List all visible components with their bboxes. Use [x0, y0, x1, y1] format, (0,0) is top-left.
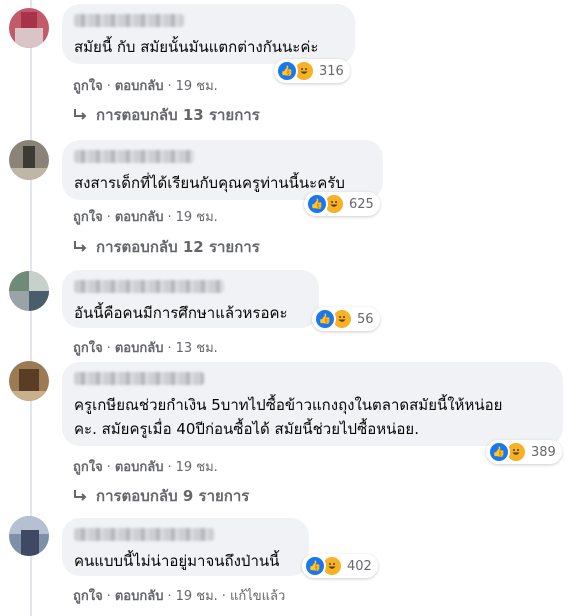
comment-text: คนแบบนี้ไม่น่าอยู่มาจนถึงป่านนี้	[74, 552, 280, 570]
author-name-blurred[interactable]	[74, 150, 194, 163]
avatar[interactable]	[9, 271, 49, 311]
reply-arrow-icon	[74, 241, 87, 252]
comment-text: ครูเกษียณช่วยกำเงิน 5บาทไปซื้อข้าวแกงถุง…	[74, 393, 551, 441]
like-reaction-icon: 👍	[304, 555, 326, 577]
comment-text: สมัยนี้ กับ สมัยนั้นมันแตกต่างกันนะค่ะ	[74, 38, 319, 56]
reply-arrow-icon	[74, 109, 87, 120]
avatar[interactable]	[9, 8, 49, 48]
like-reaction-icon: 👍	[488, 441, 510, 463]
comment-text-line: ครูเกษียณช่วยกำเงิน 5บาทไปซื้อข้าวแกงถุง…	[74, 396, 503, 414]
comment-time[interactable]: 19 ชม.	[176, 79, 218, 94]
reactions-summary[interactable]: 👍 625	[304, 192, 380, 216]
like-reaction-icon: 👍	[306, 193, 328, 215]
replies-count-label: การตอบกลับ 9 รายการ	[96, 487, 250, 505]
comment-actions: ถูกใจ · ตอบกลับ · 19 ชม.	[73, 460, 218, 475]
like-button[interactable]: ถูกใจ	[73, 210, 103, 225]
author-name-blurred[interactable]	[74, 14, 184, 27]
reactions-summary[interactable]: 👍 316	[274, 59, 350, 83]
comment-time[interactable]: 13 ชม.	[176, 341, 218, 356]
comment-actions: ถูกใจ · ตอบกลับ · 19 ชม.	[73, 210, 218, 225]
replies-count-label: การตอบกลับ 12 รายการ	[96, 238, 260, 256]
reply-button[interactable]: ตอบกลับ	[115, 79, 164, 94]
like-button[interactable]: ถูกใจ	[73, 460, 103, 475]
comment-text: อันนี้คือคนมีการศึกษาแล้วหรอคะ	[74, 304, 288, 322]
reaction-count: 389	[531, 444, 556, 460]
avatar[interactable]	[9, 361, 49, 401]
reaction-count: 625	[349, 196, 374, 212]
like-reaction-icon: 👍	[276, 60, 298, 82]
like-button[interactable]: ถูกใจ	[73, 341, 103, 356]
reply-button[interactable]: ตอบกลับ	[115, 460, 164, 475]
author-name-blurred[interactable]	[74, 372, 204, 385]
reaction-count: 402	[347, 558, 372, 574]
comment-actions: ถูกใจ · ตอบกลับ · 19 ชม.	[73, 79, 218, 94]
replies-count-label: การตอบกลับ 13 รายการ	[96, 106, 260, 124]
comment-time[interactable]: 19 ชม.	[176, 589, 218, 604]
reactions-summary[interactable]: 👍 402	[302, 554, 378, 578]
comment-actions: ถูกใจ · ตอบกลับ · 13 ชม.	[73, 341, 218, 356]
comment-time[interactable]: 19 ชม.	[176, 210, 218, 225]
avatar[interactable]	[9, 516, 49, 556]
comment-text-line: คะ. สมัยครูเมื่อ 40ปีก่อนซื้อได้ สมัยนี้…	[74, 420, 419, 438]
like-reaction-icon: 👍	[314, 308, 336, 330]
reply-button[interactable]: ตอบกลับ	[115, 210, 164, 225]
view-replies-link[interactable]: การตอบกลับ 12 รายการ	[72, 235, 260, 259]
reply-arrow-icon	[74, 490, 87, 501]
comment-bubble: สมัยนี้ กับ สมัยนั้นมันแตกต่างกันนะค่ะ	[62, 4, 355, 64]
comment-bubble: คนแบบนี้ไม่น่าอยู่มาจนถึงป่านนี้	[62, 518, 309, 576]
view-replies-link[interactable]: การตอบกลับ 9 รายการ	[72, 484, 249, 508]
comment-time[interactable]: 19 ชม.	[176, 460, 218, 475]
view-replies-link[interactable]: การตอบกลับ 13 รายการ	[72, 103, 260, 127]
reaction-count: 56	[357, 311, 374, 327]
comment-bubble: สงสารเด็กที่ได้เรียนกับคุณครูท่านนี้นะคร…	[62, 140, 383, 200]
like-button[interactable]: ถูกใจ	[73, 79, 103, 94]
reply-button[interactable]: ตอบกลับ	[115, 589, 164, 604]
comment-bubble: อันนี้คือคนมีการศึกษาแล้วหรอคะ	[62, 270, 319, 328]
comment-bubble: ครูเกษียณช่วยกำเงิน 5บาทไปซื้อข้าวแกงถุง…	[62, 362, 563, 446]
author-name-blurred[interactable]	[74, 528, 214, 541]
edited-label[interactable]: แก้ไขแล้ว	[230, 589, 285, 604]
reactions-summary[interactable]: 👍 389	[486, 440, 562, 464]
reply-button[interactable]: ตอบกลับ	[115, 341, 164, 356]
reaction-count: 316	[319, 63, 344, 79]
author-name-blurred[interactable]	[74, 280, 224, 293]
comment-actions: ถูกใจ · ตอบกลับ · 19 ชม. · แก้ไขแล้ว	[73, 589, 286, 604]
reactions-summary[interactable]: 👍 56	[312, 307, 380, 331]
like-button[interactable]: ถูกใจ	[73, 589, 103, 604]
avatar[interactable]	[9, 140, 49, 180]
